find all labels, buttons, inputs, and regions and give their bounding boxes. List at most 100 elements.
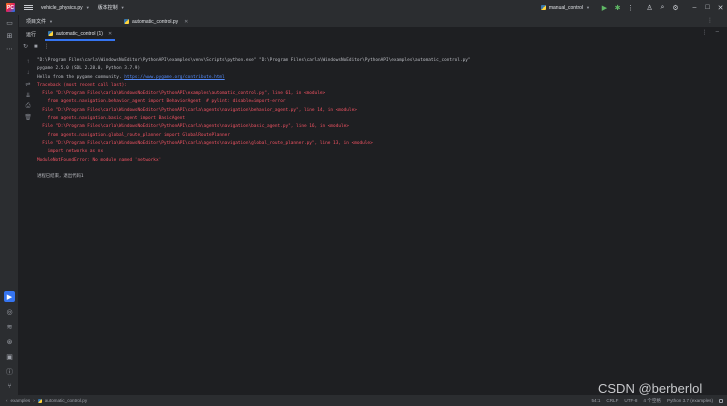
run-title: 运行 <box>26 32 37 38</box>
console-line: File "D:\Program Files\carla\WindowsNoEd… <box>37 107 723 115</box>
more-icon[interactable]: ⋮ <box>624 1 637 14</box>
indent-setting[interactable]: 4 个空格 <box>643 398 661 404</box>
maximize-icon[interactable]: □ <box>701 1 714 14</box>
console-line-text: 进程已结束，退出代码1 <box>37 174 84 180</box>
breadcrumb-file[interactable]: automatic_control.py <box>45 398 87 403</box>
search-icon[interactable]: ⌕ <box>656 1 669 14</box>
minimize-icon[interactable]: – <box>688 1 701 14</box>
services-icon[interactable]: ⊛ <box>5 337 14 346</box>
chevron-right-icon: › <box>33 398 35 403</box>
more-icon[interactable]: ⋮ <box>702 29 708 36</box>
lock-icon[interactable] <box>719 398 723 403</box>
chevron-down-icon: ▼ <box>586 5 590 10</box>
app-logo: PC <box>6 3 15 12</box>
folder-icon[interactable]: ▭ <box>5 18 14 27</box>
print-icon[interactable]: ⎙ <box>24 102 32 110</box>
console-line-text: "D:\Program Files\carla\WindowsNoEditor\… <box>37 58 471 63</box>
more-tools-icon[interactable]: ⋯ <box>5 44 14 53</box>
vcs-menu[interactable]: 版本控制 ▼ <box>98 4 125 11</box>
console-line: from agents.navigation.basic_agent impor… <box>37 115 723 123</box>
run-header: 运行 automatic_control (1) ✕ ⋮ – <box>19 28 727 41</box>
console-link[interactable]: https://www.pygame.org/contribute.html <box>124 75 224 80</box>
console-line: File "D:\Program Files\carla\WindowsNoEd… <box>37 90 723 98</box>
console-side-toolbar: ↑ ↓ ⇌ ⇊ ⎙ 🗑 <box>19 56 36 121</box>
scroll-up-icon[interactable]: ↑ <box>24 58 32 66</box>
run-icon[interactable]: ▶ <box>598 1 611 14</box>
more-actions-icon[interactable]: ⋮ <box>44 43 50 50</box>
watermark: CSDN @berberlol <box>598 381 703 396</box>
console-line: from agents.navigation.global_route_plan… <box>37 132 723 140</box>
stop-icon[interactable]: ■ <box>34 44 38 50</box>
python-interpreter[interactable]: Python 3.7 (examples) <box>667 398 713 403</box>
trash-icon[interactable]: 🗑 <box>24 113 32 121</box>
file-encoding[interactable]: UTF-8 <box>624 398 637 403</box>
title-bar: PC vehicle_physics.py ▼ 版本控制 ▼ manual_co… <box>0 0 727 15</box>
project-files-dropdown[interactable]: 项目文件 ▼ <box>26 18 53 25</box>
console-line: import networkx as nx <box>37 148 723 156</box>
structure-icon[interactable]: ⊞ <box>5 31 14 40</box>
problems-icon[interactable]: ⓘ <box>5 367 14 376</box>
terminal-icon[interactable]: ▣ <box>5 352 14 361</box>
cursor-position[interactable]: 54:1 <box>591 398 600 403</box>
console-line-text: File "D:\Program Files\carla\WindowsNoEd… <box>37 140 373 146</box>
editor-tab-strip: 项目文件 ▼ automatic_control.py ✕ ⋮ <box>0 15 727 28</box>
layers-icon[interactable]: ≋ <box>5 322 14 331</box>
breadcrumb-root[interactable]: examples <box>11 398 31 403</box>
close-icon[interactable]: ✕ <box>714 1 727 14</box>
close-tab-icon[interactable]: ✕ <box>184 19 188 25</box>
console-line: File "D:\Program Files\carla\WindowsNoEd… <box>37 140 723 148</box>
console-line-text: from agents.navigation.behavior_agent im… <box>37 99 286 105</box>
git-icon[interactable]: ⑂ <box>5 382 14 391</box>
scroll-down-icon[interactable]: ↓ <box>24 69 32 77</box>
console-line-text: Traceback (most recent call last): <box>37 82 127 88</box>
scroll-to-end-icon[interactable]: ⇊ <box>24 91 32 99</box>
run-toolbar: ↻ ■ ⋮ <box>19 42 727 51</box>
console-line: 进程已结束，退出代码1 <box>37 173 723 181</box>
console-output[interactable]: "D:\Program Files\carla\WindowsNoEditor\… <box>37 57 723 181</box>
soft-wrap-icon[interactable]: ⇌ <box>24 80 32 88</box>
project-selector[interactable]: vehicle_physics.py ▼ <box>41 5 90 11</box>
console-line-text: Hello from the pygame community. <box>37 74 125 80</box>
console-line: "D:\Program Files\carla\WindowsNoEditor\… <box>37 57 723 65</box>
console-line-text: from agents.navigation.global_route_plan… <box>37 132 230 138</box>
chevron-down-icon: ▼ <box>85 5 90 10</box>
python-file-icon <box>48 31 53 36</box>
console-line-text: ModuleNotFoundError: No module named 'ne… <box>37 157 162 163</box>
console-line-text: from agents.navigation.basic_agent impor… <box>37 116 186 122</box>
status-bar: ‹ examples › automatic_control.py 54:1 C… <box>0 395 727 406</box>
line-separator[interactable]: CRLF <box>606 398 618 403</box>
editor-tab[interactable]: automatic_control.py ✕ <box>120 15 192 28</box>
python-packages-icon[interactable]: ◎ <box>5 307 14 316</box>
python-file-icon <box>540 5 546 10</box>
console-line: pygame 2.5.0 (SDL 2.28.0, Python 3.7.9) <box>37 65 723 73</box>
run-tool-window: 运行 automatic_control (1) ✕ ⋮ – ↻ ■ ⋮ ↑ ↓… <box>19 28 727 395</box>
console-line-text: pygame 2.5.0 (SDL 2.28.0, Python 3.7.9) <box>37 66 141 72</box>
settings-icon[interactable]: ⚙ <box>669 1 682 14</box>
run-tool-icon[interactable]: ▶ <box>4 291 15 302</box>
console-line: Traceback (most recent call last): <box>37 82 723 90</box>
chevron-down-icon: ▼ <box>120 5 125 10</box>
rerun-icon[interactable]: ↻ <box>23 43 28 50</box>
close-tab-icon[interactable]: ✕ <box>108 31 112 37</box>
main-menu-icon[interactable] <box>24 5 33 10</box>
vcs-label: 版本控制 <box>97 5 118 11</box>
console-line-text: import networkx as nx <box>37 149 104 155</box>
python-file-icon <box>37 398 42 403</box>
left-tool-strip: ▭ ⊞ ⋯ ▶ ◎ ≋ ⊛ ▣ ⓘ ⑂ <box>0 15 19 395</box>
python-file-icon <box>124 19 129 24</box>
minimize-panel-icon[interactable]: – <box>716 29 719 36</box>
debug-icon[interactable]: ✱ <box>611 1 624 14</box>
run-config-name: manual_control <box>548 4 584 11</box>
more-tabs-icon[interactable]: ⋮ <box>707 17 713 24</box>
run-tab[interactable]: automatic_control (1) ✕ <box>45 28 116 41</box>
project-name: vehicle_physics.py <box>41 4 83 11</box>
project-files-label: 项目文件 <box>26 18 47 25</box>
editor-tab-label: automatic_control.py <box>132 18 179 25</box>
console-line: Hello from the pygame community. https:/… <box>37 74 723 82</box>
user-icon[interactable]: ♙ <box>643 1 656 14</box>
run-config-selector[interactable]: manual_control ▼ <box>540 4 590 11</box>
console-line-text: File "D:\Program Files\carla\WindowsNoEd… <box>37 91 326 97</box>
breadcrumb-chevron-icon: ‹ <box>6 398 8 403</box>
chevron-down-icon: ▼ <box>49 18 53 24</box>
